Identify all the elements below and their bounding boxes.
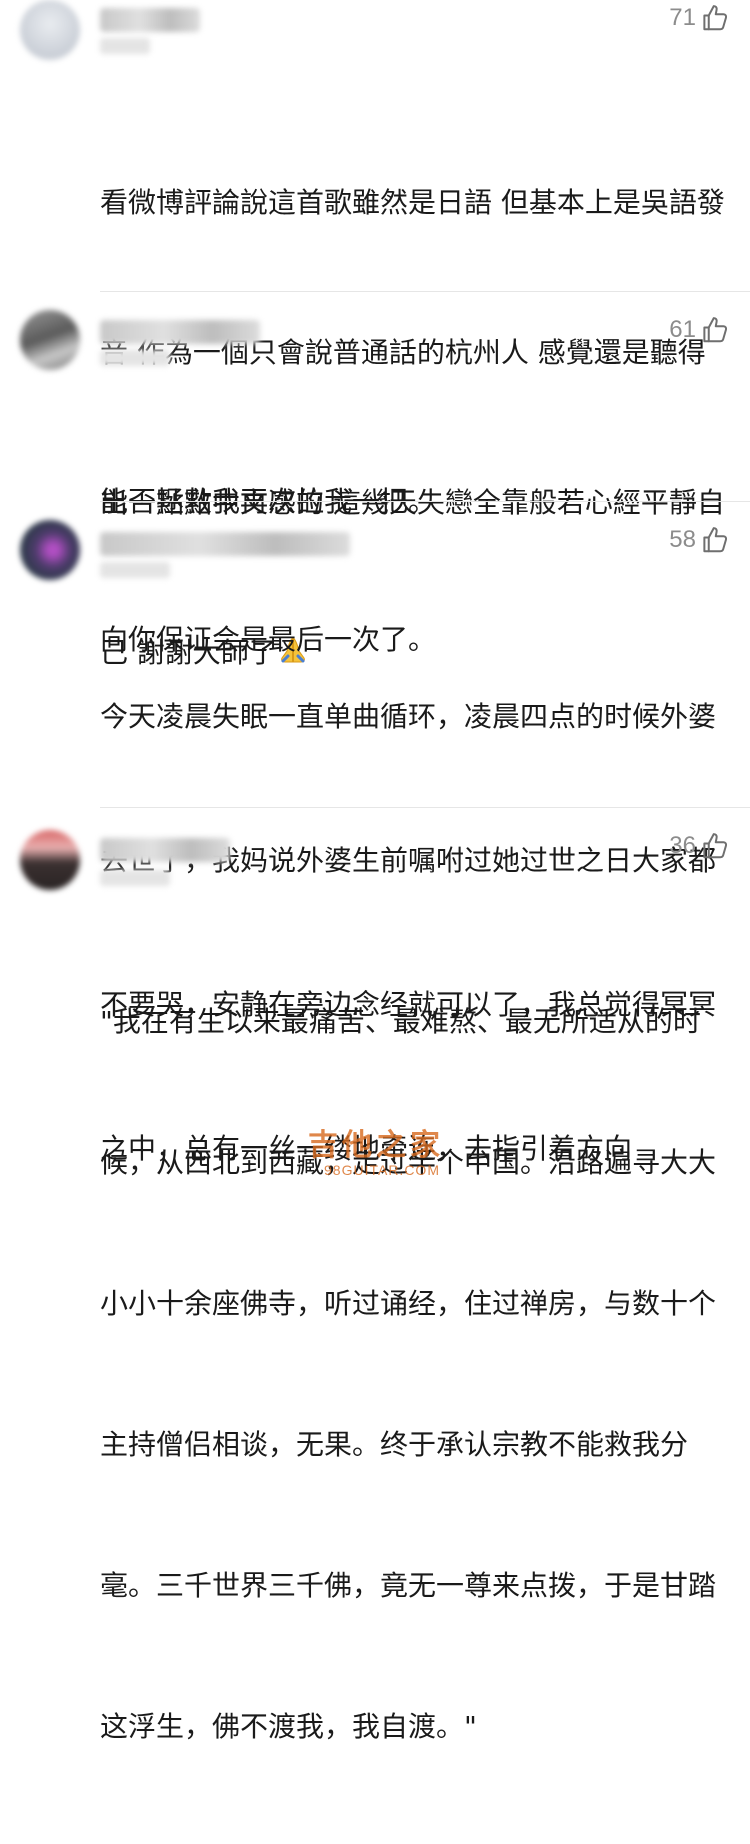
comment-line: 主持僧侣相谈，无果。终于承认宗教不能救我分 [100, 1428, 689, 1461]
timestamp-blurred [100, 870, 170, 886]
like-count: 71 [669, 4, 696, 31]
thumbs-up-icon [703, 527, 728, 553]
like-button[interactable]: 71 [669, 2, 730, 34]
avatar[interactable] [20, 310, 80, 370]
username-blurred[interactable] [100, 320, 260, 344]
comment-line: 今天凌晨失眠一直单曲循环，凌晨四点的时候外婆 [100, 700, 717, 733]
thumbs-up-icon [703, 5, 728, 31]
comment-item: 36 "我在有生以来最痛苦、最难熬、最无所适从的时 候，从西北到西藏，走过半个中… [0, 808, 750, 1743]
username-blurred[interactable] [100, 838, 230, 862]
username-blurred[interactable] [100, 532, 350, 556]
comment-item: 58 今天凌晨失眠一直单曲循环，凌晨四点的时候外婆 去世了，我妈说外婆生前嘱咐过… [0, 502, 750, 1165]
thumbs-up-icon [703, 317, 728, 343]
avatar[interactable] [20, 520, 80, 580]
comment-line: 小小十余座佛寺，听过诵经，住过禅房，与数十个 [100, 1287, 717, 1320]
thumbs-up-icon [703, 833, 728, 859]
like-button[interactable]: 36 [669, 830, 730, 862]
comment-line: 毫。三千世界三千佛，竟无一尊来点拨，于是甘踏 [100, 1569, 717, 1602]
comment-item: 61 能否拯救我再次拉我一把。 向你保证会是最后一次了。 [0, 292, 750, 656]
comment-text: "我在有生以来最痛苦、最难熬、最无所适从的时 候，从西北到西藏，走过半个中国。沿… [100, 904, 730, 1844]
comment-line: 这浮生，佛不渡我，我自渡。" [100, 1710, 477, 1743]
avatar[interactable] [20, 830, 80, 890]
like-count: 58 [669, 526, 696, 553]
avatar[interactable] [20, 0, 80, 60]
username-blurred[interactable] [100, 8, 200, 32]
timestamp-blurred [100, 562, 170, 578]
comment-item: 71 看微博評論說這首歌雖然是日語 但基本上是吳語發 音 作為一個只會說普通話的… [0, 0, 750, 669]
like-count: 36 [669, 832, 696, 859]
comment-line: 看微博評論說這首歌雖然是日語 但基本上是吳語發 [100, 186, 725, 219]
like-count: 61 [669, 316, 696, 343]
timestamp-blurred [100, 350, 170, 366]
like-button[interactable]: 61 [669, 314, 730, 346]
comment-line: "我在有生以来最痛苦、最难熬、最无所适从的时 [100, 1005, 701, 1038]
like-button[interactable]: 58 [669, 524, 730, 556]
comment-line: 候，从西北到西藏，走过半个中国。沿路遍寻大大 [100, 1146, 717, 1179]
timestamp-blurred [100, 38, 150, 54]
